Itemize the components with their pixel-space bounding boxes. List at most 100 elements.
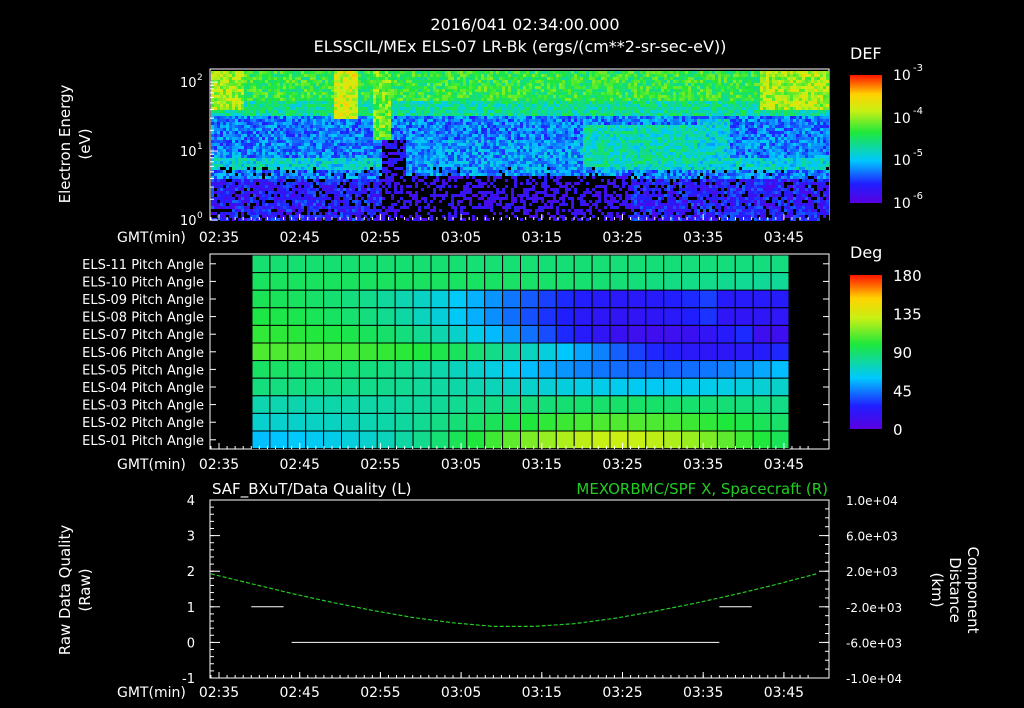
spectrogram-cell <box>361 125 364 128</box>
spectrogram-cell <box>277 116 280 119</box>
spectrogram-cell <box>403 134 406 137</box>
spectrogram-cell <box>295 77 298 80</box>
spectrogram-cell <box>463 95 466 98</box>
spectrogram-cell <box>370 92 373 95</box>
spectrogram-cell <box>313 128 316 131</box>
spectrogram-cell <box>397 143 400 146</box>
spectrogram-cell <box>487 173 490 176</box>
spectrogram-cell <box>424 137 427 140</box>
spectrogram-cell <box>469 80 472 83</box>
spectrogram-cell <box>244 173 247 176</box>
spectrogram-cell <box>352 146 355 149</box>
spectrogram-cell <box>370 152 373 155</box>
spectrogram-cell <box>364 200 367 203</box>
spectrogram-cell <box>505 167 508 170</box>
spectrogram-cell <box>295 119 298 122</box>
spectrogram-cell <box>334 113 337 116</box>
spectrogram-cell <box>418 89 421 92</box>
spectrogram-cell <box>370 146 373 149</box>
spectrogram-cell <box>355 95 358 98</box>
spectrogram-cell <box>385 188 388 191</box>
spectrogram-cell <box>400 86 403 89</box>
spectrogram-cell <box>322 149 325 152</box>
spectrogram-cell <box>391 149 394 152</box>
spectrogram-cell <box>253 71 256 74</box>
spectrogram-cell <box>310 218 313 221</box>
spectrogram-cell <box>463 197 466 200</box>
spectrogram-cell <box>376 71 379 74</box>
spectrogram-cell <box>370 158 373 161</box>
spectrogram-cell <box>292 167 295 170</box>
spectrogram-cell <box>421 218 424 221</box>
spectrogram-cell <box>325 167 328 170</box>
spectrogram-cell <box>331 101 334 104</box>
spectrogram-cell <box>457 77 460 80</box>
spectrogram-cell <box>445 140 448 143</box>
spectrogram-cell <box>235 125 238 128</box>
spectrogram-cell <box>418 188 421 191</box>
spectrogram-cell <box>217 146 220 149</box>
spectrogram-cell <box>451 176 454 179</box>
spectrogram-cell <box>250 179 253 182</box>
spectrogram-cell <box>391 116 394 119</box>
spectrogram-cell <box>478 74 481 77</box>
spectrogram-cell <box>367 176 370 179</box>
spectrogram-cell <box>478 158 481 161</box>
spectrogram-cell <box>349 128 352 131</box>
spectrogram-cell <box>421 173 424 176</box>
spectrogram-cell <box>382 137 385 140</box>
spectrogram-cell <box>400 74 403 77</box>
spectrogram-cell <box>436 107 439 110</box>
spectrogram-cell <box>475 113 478 116</box>
spectrogram-cell <box>229 83 232 86</box>
spectrogram-cell <box>490 74 493 77</box>
spectrogram-cell <box>313 206 316 209</box>
spectrogram-cell <box>262 107 265 110</box>
spectrogram-cell <box>265 182 268 185</box>
spectrogram-cell <box>505 158 508 161</box>
spectrogram-cell <box>466 179 469 182</box>
spectrogram-cell <box>349 218 352 221</box>
spectrogram-cell <box>370 77 373 80</box>
spectrogram-cell <box>259 113 262 116</box>
spectrogram-cell <box>391 179 394 182</box>
spectrogram-cell <box>448 164 451 167</box>
spectrogram-cell <box>325 182 328 185</box>
spectrogram-cell <box>430 173 433 176</box>
spectrogram-cell <box>328 209 331 212</box>
spectrogram-cell <box>322 185 325 188</box>
spectrogram-cell <box>358 173 361 176</box>
spectrogram-cell <box>229 89 232 92</box>
spectrogram-cell <box>220 131 223 134</box>
spectrogram-cell <box>232 191 235 194</box>
spectrogram-cell <box>334 86 337 89</box>
spectrogram-cell <box>376 110 379 113</box>
spectrogram-cell <box>307 191 310 194</box>
spectrogram-cell <box>316 89 319 92</box>
spectrogram-cell <box>451 155 454 158</box>
spectrogram-cell <box>256 185 259 188</box>
spectrogram-cell <box>286 92 289 95</box>
spectrogram-cell <box>466 218 469 221</box>
spectrogram-cell <box>367 203 370 206</box>
spectrogram-cell <box>427 80 430 83</box>
spectrogram-cell <box>502 80 505 83</box>
spectrogram-cell <box>328 104 331 107</box>
spectrogram-cell <box>463 86 466 89</box>
spectrogram-cell <box>256 107 259 110</box>
spectrogram-cell <box>451 212 454 215</box>
spectrogram-cell <box>415 98 418 101</box>
spectrogram-cell <box>478 152 481 155</box>
spectrogram-cell <box>418 74 421 77</box>
spectrogram-cell <box>373 191 376 194</box>
spectrogram-cell <box>262 197 265 200</box>
spectrogram-cell <box>376 137 379 140</box>
spectrogram-cell <box>223 74 226 77</box>
spectrogram-cell <box>481 206 484 209</box>
spectrogram-cell <box>469 125 472 128</box>
spectrogram-cell <box>460 182 463 185</box>
spectrogram-cell <box>478 98 481 101</box>
spectrogram-cell <box>340 107 343 110</box>
spectrogram-cell <box>451 146 454 149</box>
spectrogram-cell <box>373 92 376 95</box>
